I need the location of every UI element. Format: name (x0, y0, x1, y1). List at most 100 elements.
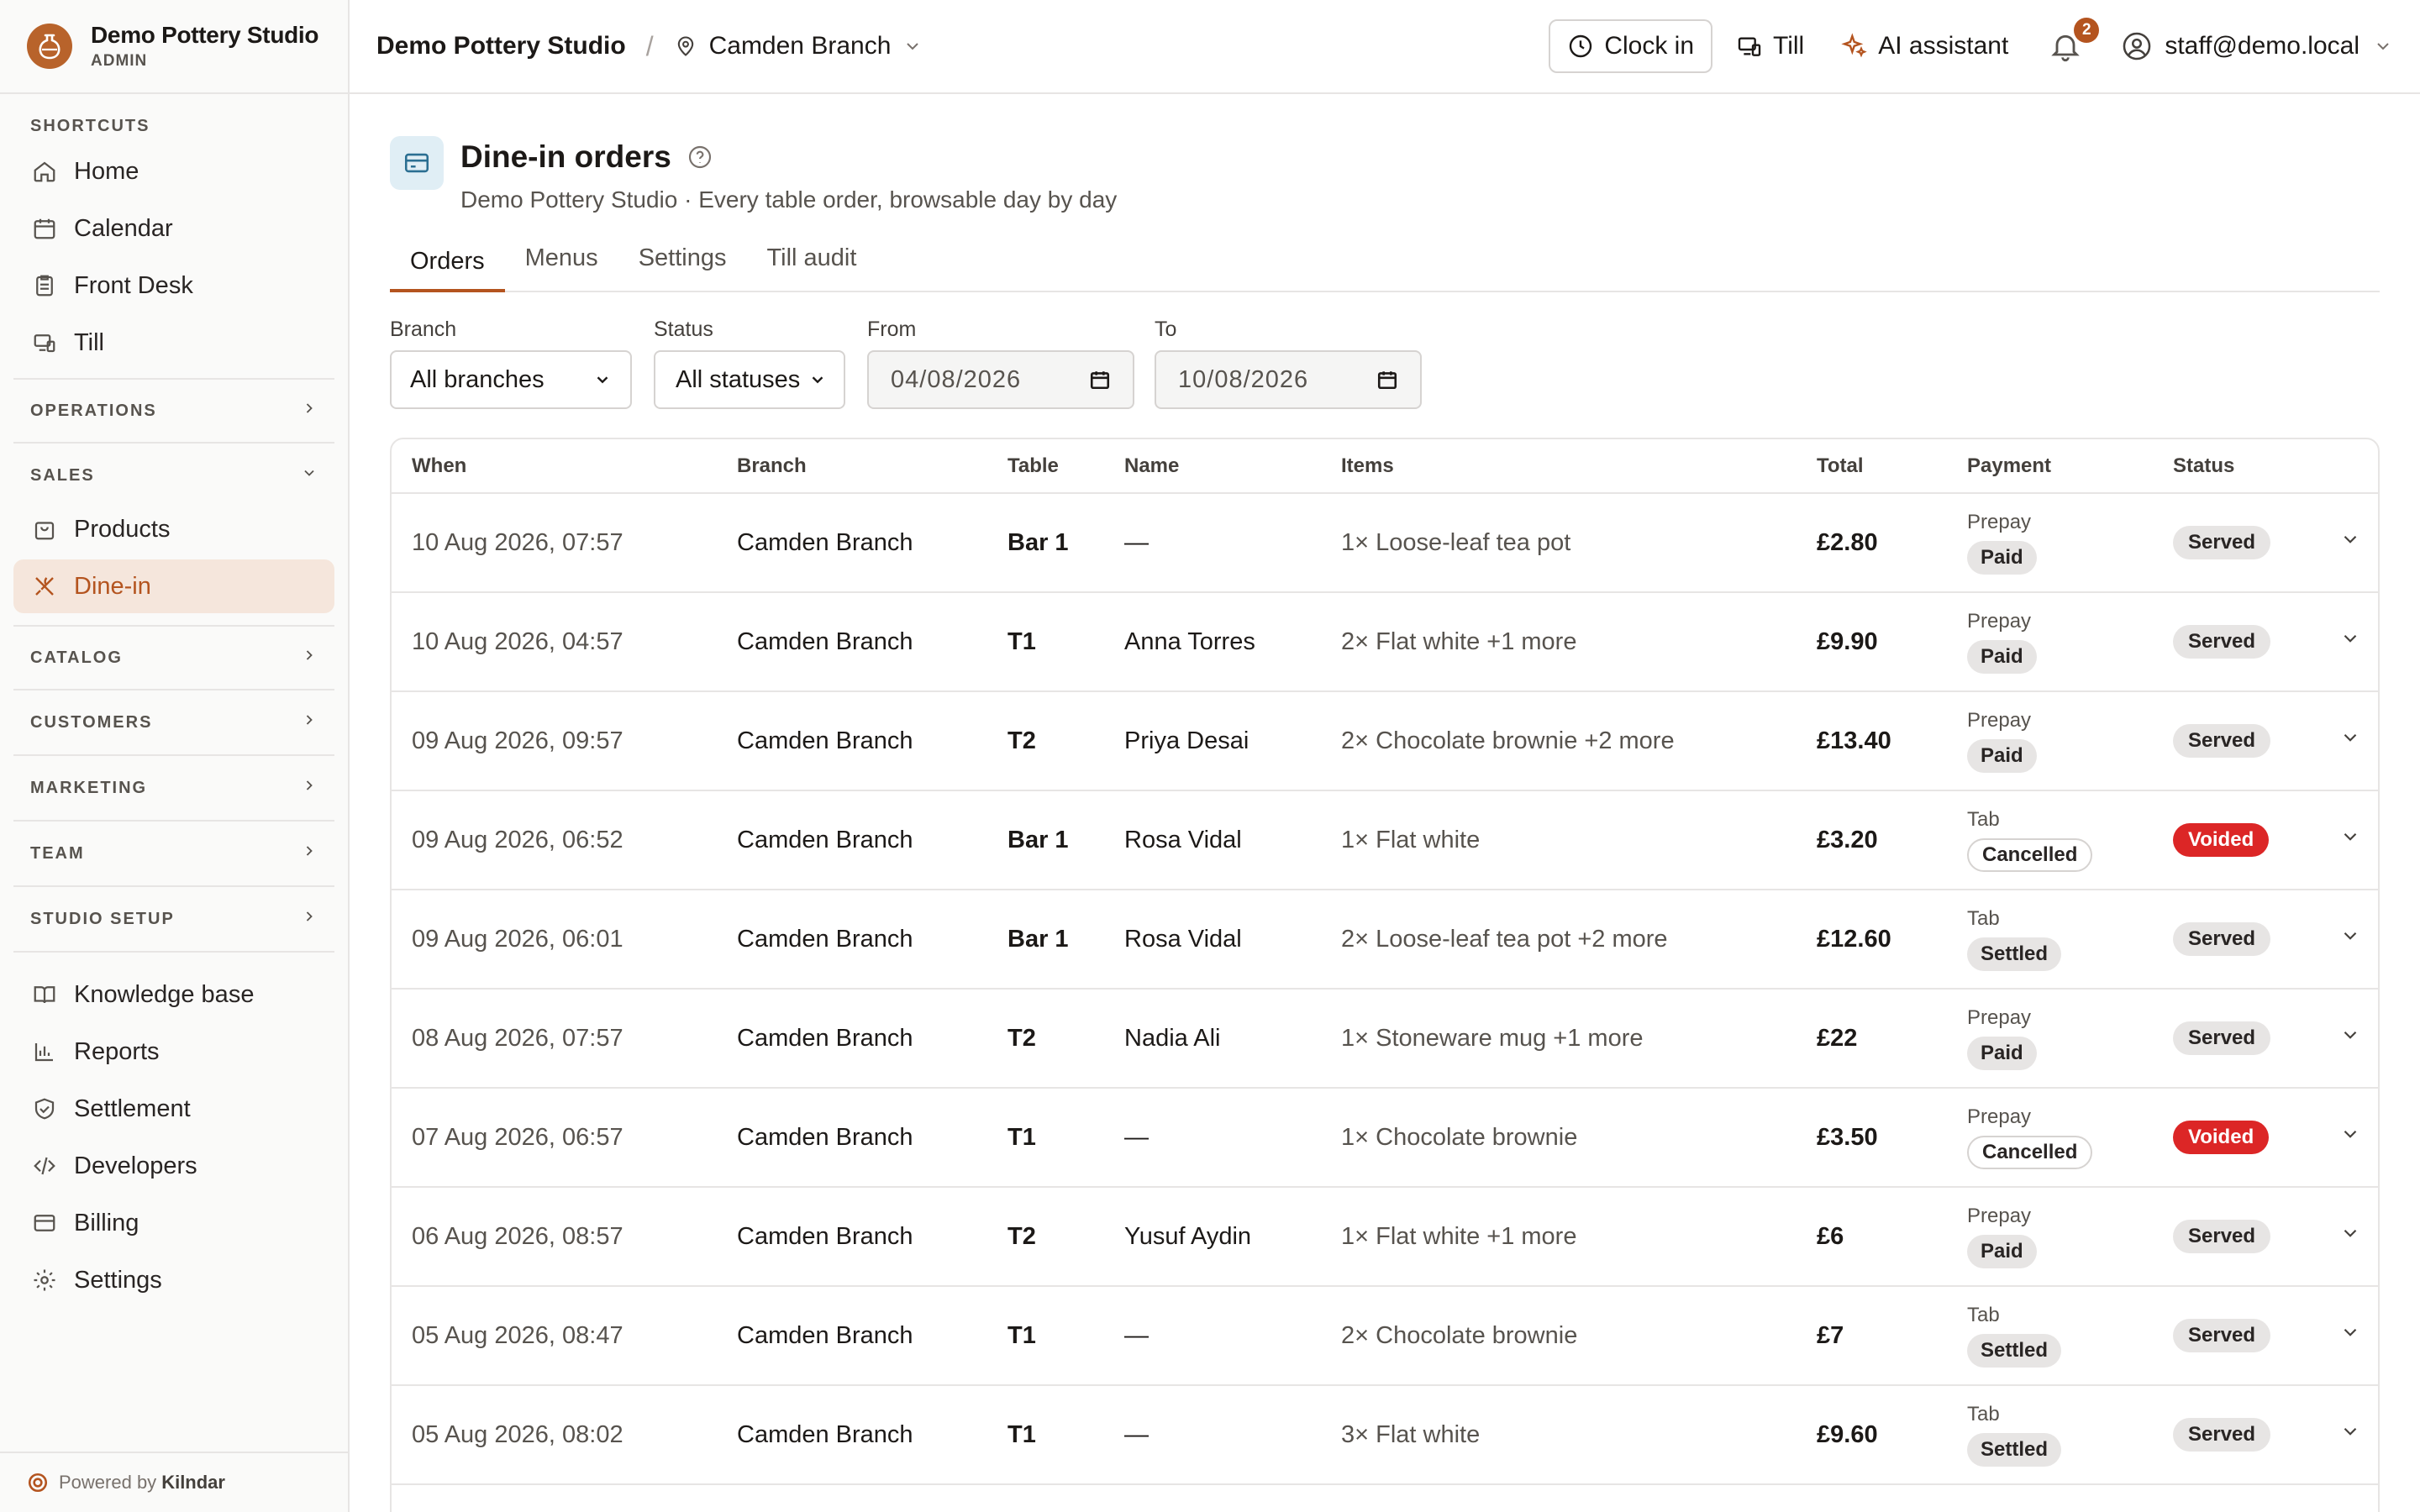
order-payment: Prepay Paid (1947, 493, 2153, 593)
sidebar-item-settlement[interactable]: Settlement (13, 1082, 334, 1136)
table-row[interactable]: 05 Aug 2026, 08:47 Camden Branch T1 — 2×… (392, 1286, 2378, 1386)
branch-filter-select[interactable]: All branches (390, 350, 632, 409)
from-date-input[interactable]: 04/08/2026 (867, 350, 1134, 409)
status-badge: Served (2173, 724, 2271, 758)
order-table: T1 (987, 1385, 1104, 1485)
sidebar-item-billing[interactable]: Billing (13, 1196, 334, 1250)
table-row[interactable]: 10 Aug 2026, 04:57 Camden Branch T1 Anna… (392, 592, 2378, 692)
table-row[interactable]: 10 Aug 2026, 07:57 Camden Branch Bar 1 —… (392, 493, 2378, 593)
sidebar-item-dine-in[interactable]: Dine-in (13, 559, 334, 613)
table-row[interactable]: 06 Aug 2026, 08:57 Camden Branch T2 Yusu… (392, 1187, 2378, 1287)
sidebar-item-products[interactable]: Products (13, 502, 334, 556)
order-name: Rosa Vidal (1104, 890, 1321, 990)
brand-header[interactable]: Demo Pottery Studio ADMIN (0, 0, 348, 94)
till-button[interactable]: Till (1736, 32, 1804, 60)
order-table: T2 (987, 691, 1104, 791)
page-subtitle: Demo Pottery Studio · Every table order,… (460, 186, 1118, 213)
payment-status-badge: Settled (1967, 1433, 2062, 1467)
sidebar-item-settings[interactable]: Settings (13, 1253, 334, 1307)
home-icon (30, 157, 59, 186)
column-header: Branch (717, 439, 987, 494)
table-row[interactable]: 07 Aug 2026, 06:57 Camden Branch T1 — 1×… (392, 1088, 2378, 1188)
expand-row-button[interactable] (2321, 691, 2378, 791)
order-items: 1× Loose-leaf tea pot (1321, 493, 1797, 593)
gear-icon (30, 1266, 59, 1294)
order-items: 1× Chocolate brownie (1321, 1088, 1797, 1188)
status-badge: Served (2173, 1319, 2271, 1352)
expand-row-button[interactable] (2321, 1286, 2378, 1386)
order-status: Voided (2153, 1088, 2321, 1188)
tab-till-audit[interactable]: Till audit (746, 234, 876, 282)
section-studio-setup[interactable]: STUDIO SETUP (13, 887, 334, 953)
payment-status-badge: Paid (1967, 1235, 2037, 1268)
expand-row-button[interactable] (2321, 1187, 2378, 1287)
tab-orders[interactable]: Orders (390, 234, 505, 292)
chevron-down-icon (902, 36, 923, 56)
column-header: Name (1104, 439, 1321, 494)
expand-row-button[interactable] (2321, 890, 2378, 990)
table-row[interactable]: 08 Aug 2026, 07:57 Camden Branch T2 Nadi… (392, 989, 2378, 1089)
chevron-right-icon (301, 908, 318, 930)
section-catalog[interactable]: CATALOG (13, 625, 334, 690)
section-customers[interactable]: CUSTOMERS (13, 690, 334, 756)
help-icon[interactable] (687, 144, 713, 171)
order-table: T1 (987, 592, 1104, 692)
order-when: 06 Aug 2026, 08:57 (392, 1187, 717, 1287)
order-items: 1× Flat white +1 more (1321, 1187, 1797, 1287)
order-total: £6 (1797, 1187, 1947, 1287)
map-pin-icon (674, 34, 697, 58)
sidebar-item-calendar[interactable]: Calendar (13, 202, 334, 255)
section-sales[interactable]: SALES (13, 449, 334, 502)
breadcrumb-studio[interactable]: Demo Pottery Studio (376, 32, 626, 60)
status-filter-select[interactable]: All statuses (654, 350, 845, 409)
notification-count-badge: 2 (2074, 18, 2100, 43)
table-row[interactable]: 09 Aug 2026, 09:57 Camden Branch T2 Priy… (392, 691, 2378, 791)
order-status: Served (2153, 493, 2321, 593)
payment-status-badge: Paid (1967, 1037, 2037, 1070)
sidebar-item-till[interactable]: Till (13, 316, 334, 370)
chevron-down-icon (2339, 528, 2361, 550)
table-row[interactable]: 09 Aug 2026, 06:52 Camden Branch Bar 1 R… (392, 790, 2378, 890)
calendar-icon[interactable] (1376, 369, 1398, 391)
notifications-button[interactable]: 2 (2049, 18, 2100, 63)
order-when: 09 Aug 2026, 06:52 (392, 790, 717, 890)
to-date-input[interactable]: 10/08/2026 (1155, 350, 1422, 409)
clock-in-button[interactable]: Clock in (1549, 19, 1713, 73)
status-badge: Served (2173, 625, 2271, 659)
branch-selector[interactable]: Camden Branch (674, 32, 923, 60)
expand-row-button[interactable] (2321, 1088, 2378, 1188)
tab-settings[interactable]: Settings (618, 234, 747, 282)
expand-row-button[interactable] (2321, 790, 2378, 890)
ai-assistant-button[interactable]: AI assistant (1841, 32, 2008, 60)
section-marketing[interactable]: MARKETING (13, 756, 334, 822)
book-icon (30, 980, 59, 1009)
user-email: staff@demo.local (2165, 32, 2360, 60)
table-row[interactable]: 05 Aug 2026, 08:02 Camden Branch T1 — 3×… (392, 1385, 2378, 1485)
order-table: T2 (987, 989, 1104, 1089)
status-badge: Served (2173, 1021, 2271, 1055)
order-table: Bar 1 (987, 493, 1104, 593)
chevron-down-icon (593, 370, 612, 389)
sidebar-item-knowledge-base[interactable]: Knowledge base (13, 968, 334, 1021)
order-payment: Tab Settled (1947, 890, 2153, 990)
tab-menus[interactable]: Menus (505, 234, 618, 282)
sidebar-item-home[interactable]: Home (13, 144, 334, 198)
calendar-icon[interactable] (1089, 369, 1111, 391)
order-branch: Camden Branch (717, 592, 987, 692)
user-menu[interactable]: staff@demo.local (2121, 30, 2393, 62)
expand-row-button[interactable] (2321, 989, 2378, 1089)
table-row[interactable]: 09 Aug 2026, 06:01 Camden Branch Bar 1 R… (392, 890, 2378, 990)
expand-row-button[interactable] (2321, 592, 2378, 692)
section-team[interactable]: TEAM (13, 822, 334, 887)
sidebar-item-developers[interactable]: Developers (13, 1139, 334, 1193)
expand-row-button[interactable] (2321, 1385, 2378, 1485)
order-name: — (1104, 493, 1321, 593)
sidebar-item-front-desk[interactable]: Front Desk (13, 259, 334, 312)
section-operations[interactable]: OPERATIONS (13, 378, 334, 444)
chevron-down-icon (2339, 925, 2361, 947)
sidebar-item-reports[interactable]: Reports (13, 1025, 334, 1079)
chevron-down-icon (2373, 36, 2393, 56)
order-total: £22 (1797, 989, 1947, 1089)
expand-row-button[interactable] (2321, 493, 2378, 593)
sidebar: Demo Pottery Studio ADMIN SHORTCUTS Home… (0, 0, 350, 1512)
